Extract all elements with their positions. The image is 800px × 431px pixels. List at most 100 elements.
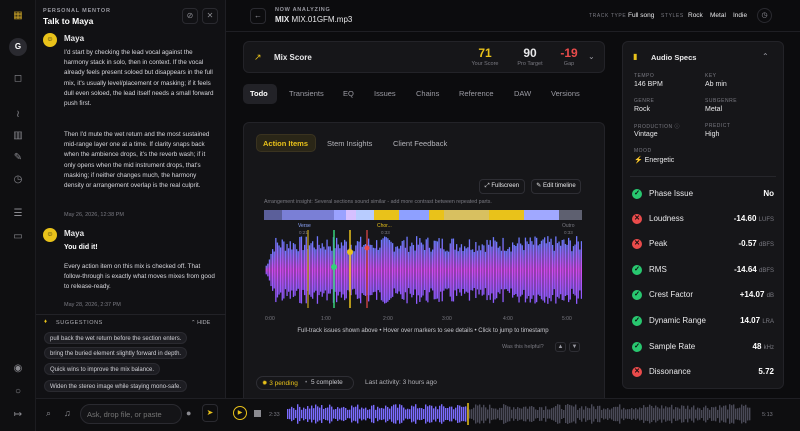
mini-waveform-bar <box>463 406 465 422</box>
mini-waveform-bar <box>303 407 305 421</box>
suggestion-chip[interactable]: Quick wins to improve the mix balance. <box>44 363 161 375</box>
waveform-bar <box>305 236 307 304</box>
waveform-bar <box>558 241 560 299</box>
headphones-icon[interactable]: ♫ <box>64 408 71 418</box>
chevron-down-icon[interactable]: ⌄ <box>588 52 595 61</box>
waveform-bar <box>462 250 464 290</box>
mini-waveform-bar <box>727 409 729 419</box>
tab-transients[interactable]: Transients <box>289 85 324 103</box>
marker-label-outro[interactable]: Outro <box>562 223 575 229</box>
tab-issues[interactable]: Issues <box>374 85 396 103</box>
marker-label-chorus[interactable]: Chor... <box>377 223 392 229</box>
logout-icon[interactable]: ↦ <box>11 408 25 422</box>
style-tag[interactable]: Rock <box>688 12 703 19</box>
chevron-up-icon[interactable]: ⌃ <box>762 52 769 61</box>
stop-icon[interactable] <box>254 410 261 417</box>
mini-waveform-bar <box>579 408 581 420</box>
suggestion-chip[interactable]: Widen the stereo image while staying mon… <box>44 380 188 392</box>
waveform-bar <box>555 236 557 304</box>
tools-icon[interactable]: ✎ <box>11 151 25 165</box>
tick-label: 2:00 <box>383 316 393 322</box>
mini-waveform-bar <box>423 409 425 419</box>
mini-waveform-bar <box>437 409 439 419</box>
library-icon[interactable]: ▥ <box>11 129 25 143</box>
spec-number: +14.07 <box>739 290 765 299</box>
waveform-icon[interactable]: ≀ <box>11 108 25 122</box>
status-check-icon: ✓ <box>632 189 642 199</box>
play-icon[interactable]: ▶ <box>233 406 247 420</box>
mini-waveform-bar <box>619 404 621 424</box>
waveform-bar <box>464 246 466 294</box>
waveform-bar <box>537 245 539 295</box>
hide-suggestions-button[interactable]: ⌃ HIDE <box>191 320 210 326</box>
subtab-action-items[interactable]: Action Items <box>263 139 308 148</box>
thumbs-down-icon[interactable]: ▼ <box>569 342 580 352</box>
tab-reference[interactable]: Reference <box>459 85 494 103</box>
fullscreen-button[interactable]: ⤢ Fullscreen <box>479 179 525 194</box>
mini-waveform-bar <box>323 408 325 420</box>
back-arrow-icon[interactable]: ← <box>250 8 266 24</box>
waveform-bar <box>544 237 546 303</box>
waveform-bar <box>542 239 544 301</box>
style-tag[interactable]: Indie <box>733 12 747 19</box>
chat-input[interactable] <box>87 408 175 421</box>
subtab-client-feedback[interactable]: Client Feedback <box>393 139 447 148</box>
profile-icon[interactable]: ○ <box>11 385 25 399</box>
mini-waveform-bar <box>449 406 451 422</box>
mini-waveform-bar <box>711 407 713 421</box>
tab-daw[interactable]: DAW <box>514 85 531 103</box>
style-tag[interactable]: Metal <box>710 12 726 19</box>
logo-icon: ▦ <box>13 10 23 21</box>
mini-waveform-bar <box>683 405 685 423</box>
tab-chains[interactable]: Chains <box>416 85 439 103</box>
send-icon[interactable]: ➤ <box>202 404 218 422</box>
history-icon[interactable]: ◷ <box>757 8 772 23</box>
mini-waveform-bar <box>357 404 359 424</box>
waveform-chart[interactable] <box>264 208 582 326</box>
track-type-value[interactable]: Full song <box>628 12 654 19</box>
user-avatar[interactable]: G <box>9 38 27 56</box>
waveform-bar <box>454 249 456 291</box>
tab-eq[interactable]: EQ <box>343 85 354 103</box>
mini-waveform-bar <box>665 406 667 422</box>
edit-timeline-button[interactable]: ✎ Edit timeline <box>531 179 581 194</box>
mini-waveform-bar <box>507 406 509 422</box>
book-icon[interactable]: ▭ <box>11 230 25 244</box>
mini-waveform[interactable] <box>287 403 751 425</box>
spec-value: -14.64 dBFS <box>734 265 774 274</box>
suggestion-chip[interactable]: bring the buried element slightly forwar… <box>44 347 188 359</box>
spec-row-rms: ✓ RMS -14.64 dBFS <box>632 263 774 279</box>
chat-icon[interactable]: ◻ <box>11 72 25 86</box>
mic-icon[interactable]: ● <box>186 408 191 418</box>
suggestion-chip[interactable]: pull back the wet return before the sect… <box>44 332 188 344</box>
waveform-bar <box>392 243 394 297</box>
history-icon[interactable]: ◷ <box>11 173 25 187</box>
mini-waveform-bar <box>345 408 347 420</box>
tab-versions[interactable]: Versions <box>551 85 580 103</box>
mini-waveform-bar <box>367 409 369 419</box>
mini-waveform-bar <box>429 405 431 423</box>
waveform-bar <box>475 242 477 298</box>
attach-icon[interactable]: ⌕ <box>46 408 51 419</box>
waveform-bar <box>433 240 435 300</box>
tab-todo[interactable]: Todo <box>250 85 268 103</box>
users-icon[interactable]: ◉ <box>11 362 25 376</box>
status-x-icon: ✕ <box>632 239 642 249</box>
subtab-stem-insights[interactable]: Stem Insights <box>327 139 372 148</box>
mini-waveform-bar <box>393 404 395 424</box>
waveform-bar <box>374 248 376 292</box>
mini-waveform-bar <box>513 407 515 421</box>
sliders-icon[interactable]: ☰ <box>11 207 25 221</box>
waveform-bar <box>281 239 283 301</box>
thumbs-up-icon[interactable]: ▲ <box>555 342 566 352</box>
mini-waveform-bar <box>335 409 337 419</box>
arrangement-segment <box>264 210 282 220</box>
waveform-bar <box>435 240 437 300</box>
marker-label-verse[interactable]: Verse <box>298 223 311 229</box>
info-icon[interactable]: ⓘ <box>675 124 681 130</box>
waveform-bar <box>340 242 343 298</box>
close-icon[interactable]: ✕ <box>202 8 218 24</box>
mini-waveform-bar <box>395 404 397 424</box>
mute-icon[interactable]: ⊘ <box>182 8 198 24</box>
waveform-bar <box>356 241 359 299</box>
